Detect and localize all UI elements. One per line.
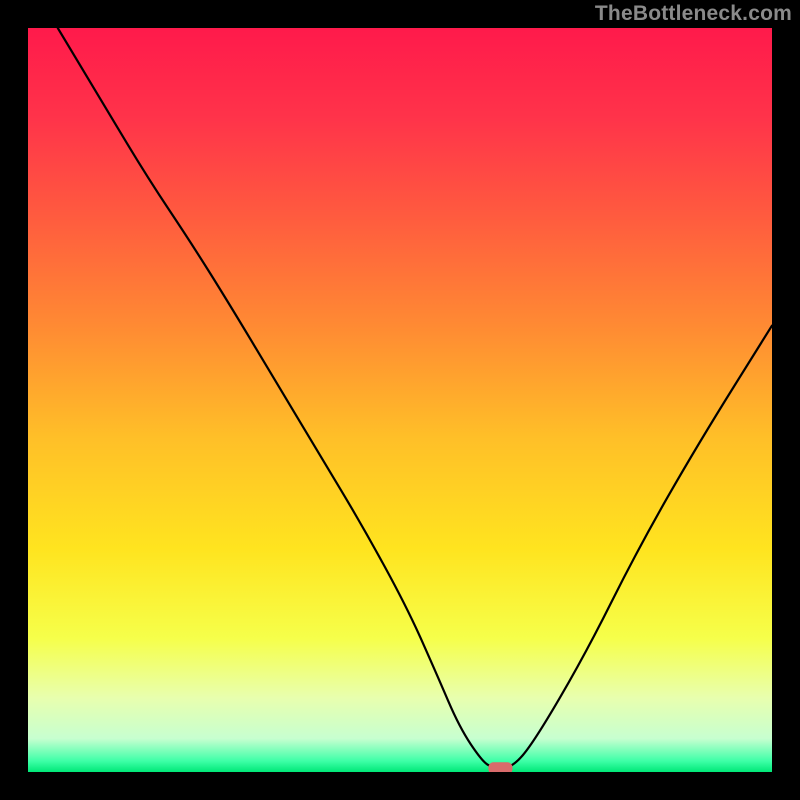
plot-area	[28, 28, 772, 772]
attribution-label: TheBottleneck.com	[595, 2, 792, 26]
gradient-background	[28, 28, 772, 772]
plot-svg	[28, 28, 772, 772]
chart-frame: TheBottleneck.com	[0, 0, 800, 800]
optimal-point-marker	[488, 762, 512, 772]
